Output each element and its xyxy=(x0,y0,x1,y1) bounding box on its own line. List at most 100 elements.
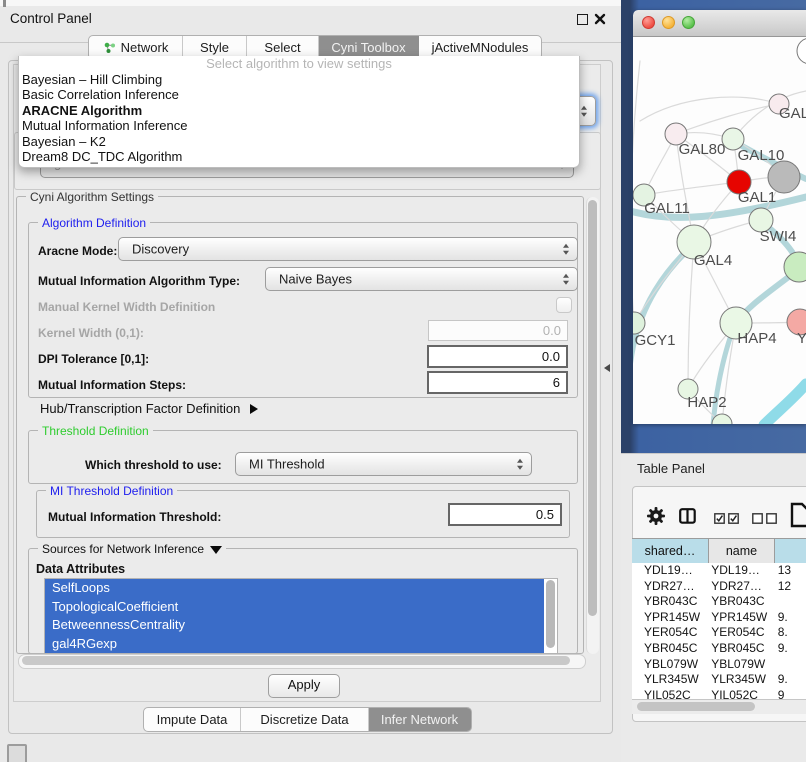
network-canvas[interactable]: GALGAL80GAL10GAL1GAL11SWI4GAL4GCY1HAP4YH… xyxy=(633,37,806,424)
table-cell: 8. xyxy=(768,625,806,641)
cyni-bottom-tabs: Impute DataDiscretize DataInfer Network xyxy=(143,707,472,732)
hub-definition-toggle[interactable]: Hub/Transcription Factor Definition xyxy=(40,401,258,416)
which-threshold-combo[interactable]: MI Threshold xyxy=(235,452,532,476)
tab-label: Cyni Toolbox xyxy=(331,40,405,55)
network-node-label: GAL80 xyxy=(679,141,726,158)
table-row[interactable]: YBR043CYBR043C xyxy=(632,594,806,610)
algorithm-option[interactable]: ARACNE Algorithm xyxy=(19,103,579,118)
table-cell: YDR27… xyxy=(632,579,705,595)
table-cell: YBR045C xyxy=(705,641,768,657)
threshold-definition-title: Threshold Definition xyxy=(38,424,153,438)
table-cell: YBR043C xyxy=(705,594,768,610)
data-attributes-label: Data Attributes xyxy=(36,562,125,576)
column-header[interactable]: name xyxy=(709,539,775,563)
network-node[interactable] xyxy=(797,38,806,64)
table-cell: YBR043C xyxy=(632,594,705,610)
sources-toggle[interactable]: Sources for Network Inference xyxy=(38,542,226,556)
algorithm-option[interactable]: Dream8 DC_TDC Algorithm xyxy=(19,149,579,164)
columns-icon[interactable] xyxy=(679,508,696,529)
network-graph: GALGAL80GAL10GAL1GAL11SWI4GAL4GCY1HAP4YH… xyxy=(633,37,806,424)
tab-label: Style xyxy=(200,40,229,55)
network-icon xyxy=(103,41,116,54)
table-cell xyxy=(768,657,806,673)
bottom-tab-infer-network[interactable]: Infer Network xyxy=(369,708,471,731)
network-edge[interactable] xyxy=(644,182,739,195)
network-node-label: HAP4 xyxy=(737,330,776,347)
algorithm-option[interactable]: Bayesian – K2 xyxy=(19,134,579,149)
network-edge[interactable] xyxy=(764,384,806,424)
algorithm-option[interactable]: Mutual Information Inference xyxy=(19,118,579,133)
attribute-item[interactable]: TopologicalCoefficient xyxy=(45,598,544,617)
network-node-label: GAL10 xyxy=(738,147,785,164)
bottom-tab-impute-data[interactable]: Impute Data xyxy=(144,708,241,731)
network-node-label: GAL1 xyxy=(738,189,776,206)
settings-vertical-scrollbar[interactable] xyxy=(586,197,599,654)
aracne-mode-value: Discovery xyxy=(132,242,189,257)
table-cell: YER054C xyxy=(705,625,768,641)
network-edge[interactable] xyxy=(640,97,779,121)
table-row[interactable]: YER054CYER054C8. xyxy=(632,625,806,641)
table-cell: YBR045C xyxy=(632,641,705,657)
table-row[interactable]: YIL052CYIL052C9 xyxy=(632,688,806,699)
network-node-label: GAL11 xyxy=(644,200,690,217)
attribute-item[interactable]: gal4RGexp xyxy=(45,635,544,654)
table-cell: 13 xyxy=(768,563,806,579)
checked-columns-icon[interactable] xyxy=(714,511,740,529)
close-icon[interactable] xyxy=(594,12,606,30)
minimized-panel-icon[interactable] xyxy=(7,744,27,762)
kernel-width-field[interactable]: 0.0 xyxy=(428,320,568,341)
attribute-list-scrollbar[interactable] xyxy=(546,580,555,648)
mi-algorithm-type-label: Mutual Information Algorithm Type: xyxy=(38,274,240,288)
gear-icon[interactable] xyxy=(646,506,666,531)
network-window-titlebar[interactable] xyxy=(633,10,806,37)
table-cell: YDL19… xyxy=(705,563,768,579)
collapse-arrow-icon xyxy=(210,546,222,554)
algorithm-option[interactable]: Bayesian – Hill Climbing xyxy=(19,72,579,87)
manual-kernel-checkbox[interactable] xyxy=(556,297,572,313)
divider-arrow-icon[interactable] xyxy=(604,364,610,372)
column-header[interactable] xyxy=(775,539,806,563)
stepper-icon xyxy=(517,459,523,470)
network-node-label: GCY1 xyxy=(635,332,676,349)
table-cell: YER054C xyxy=(632,625,705,641)
dropdown-options: Bayesian – Hill ClimbingBasic Correlatio… xyxy=(19,72,579,164)
attribute-item[interactable]: BetweennessCentrality xyxy=(45,616,544,635)
mi-threshold-field[interactable]: 0.5 xyxy=(448,503,562,526)
algorithm-option[interactable]: Basic Correlation Inference xyxy=(19,87,579,102)
settings-horizontal-scrollbar[interactable] xyxy=(18,654,586,669)
column-header[interactable]: shared… xyxy=(632,539,709,563)
table-panel-title: Table Panel xyxy=(637,461,705,476)
table-row[interactable]: YBR045CYBR045C9. xyxy=(632,641,806,657)
table-horizontal-scrollbar[interactable] xyxy=(632,699,806,714)
table-cell: YPR145W xyxy=(632,610,705,626)
mi-threshold-group-title: MI Threshold Definition xyxy=(46,484,177,498)
mi-steps-field[interactable]: 6 xyxy=(427,371,568,394)
hub-definition-label: Hub/Transcription Factor Definition xyxy=(40,401,240,416)
table-body: YDL19…YDL19…13YDR27…YDR27…12YBR043CYBR04… xyxy=(632,563,806,699)
close-traffic-light-icon[interactable] xyxy=(642,16,655,29)
table-row[interactable]: YBL079WYBL079W xyxy=(632,657,806,673)
bottom-tab-discretize-data[interactable]: Discretize Data xyxy=(241,708,369,731)
network-node-label: GAL4 xyxy=(694,252,732,269)
table-row[interactable]: YPR145WYPR145W9. xyxy=(632,610,806,626)
unchecked-columns-icon[interactable] xyxy=(752,511,778,529)
stepper-icon xyxy=(563,274,569,285)
kernel-width-label: Kernel Width (0,1): xyxy=(38,326,144,340)
expand-arrow-icon xyxy=(250,404,258,414)
table-row[interactable]: YLR345WYLR345W9. xyxy=(632,672,806,688)
document-icon[interactable] xyxy=(790,502,806,533)
dpi-tolerance-field[interactable]: 0.0 xyxy=(427,345,568,368)
mi-algorithm-type-combo[interactable]: Naive Bayes xyxy=(265,267,578,291)
mi-threshold-label: Mutual Information Threshold: xyxy=(48,510,221,524)
table-row[interactable]: YDR27…YDR27…12 xyxy=(632,579,806,595)
float-icon[interactable] xyxy=(577,14,588,25)
attribute-item[interactable]: SelfLoops xyxy=(45,579,544,598)
zoom-traffic-light-icon[interactable] xyxy=(682,16,695,29)
apply-button[interactable]: Apply xyxy=(268,674,340,698)
aracne-mode-combo[interactable]: Discovery xyxy=(118,237,578,261)
data-attributes-list[interactable]: SelfLoopsTopologicalCoefficientBetweenne… xyxy=(44,578,558,654)
minimize-traffic-light-icon[interactable] xyxy=(662,16,675,29)
table-row[interactable]: YDL19…YDL19…13 xyxy=(632,563,806,579)
table-cell: 9. xyxy=(768,610,806,626)
table-cell: YIL052C xyxy=(705,688,768,699)
